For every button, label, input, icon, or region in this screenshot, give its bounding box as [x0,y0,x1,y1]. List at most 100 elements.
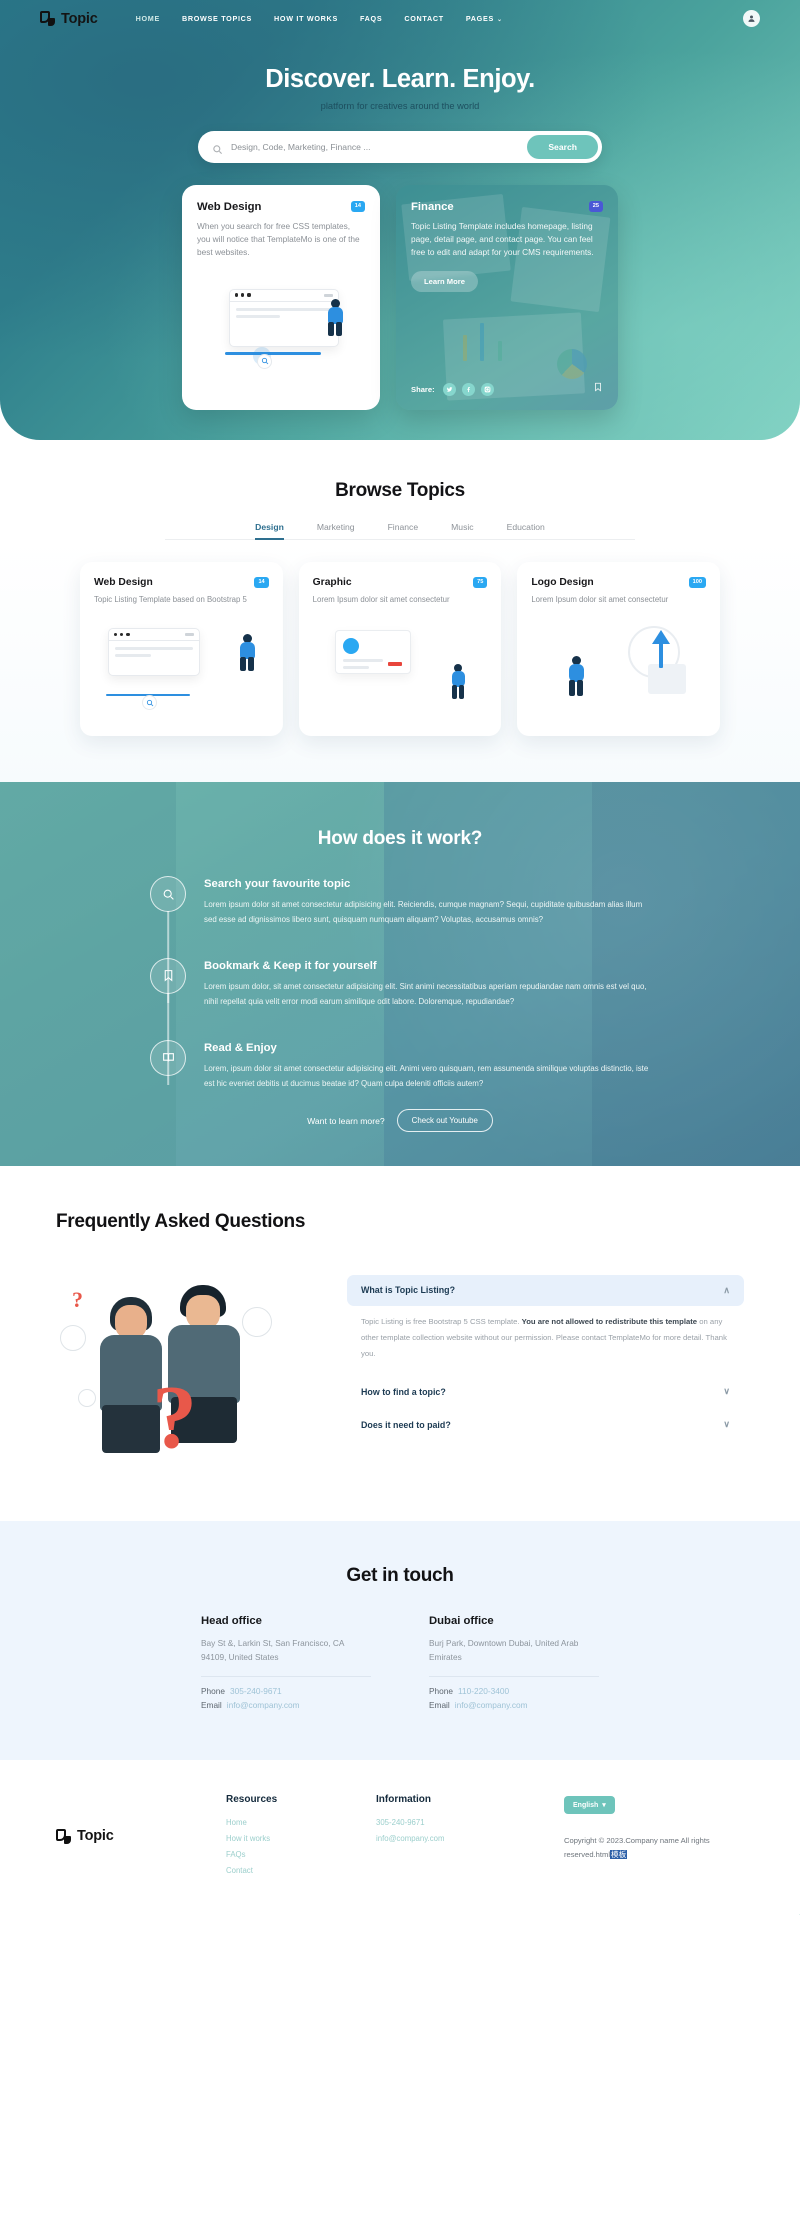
check-out-youtube-button[interactable]: Check out Youtube [396,1109,493,1133]
nav-item-how-it-works[interactable]: HOW IT WORKS [274,14,338,23]
topic-card-logo-design[interactable]: Logo Design 100 Lorem Ipsum dolor sit am… [517,562,721,736]
footer-column-information: Information 305-240-9671 info@company.co… [376,1794,526,1879]
faq-accordion: What is Topic Listing? ∧ Topic Listing i… [347,1269,744,1443]
search-bar[interactable]: Search [198,131,602,163]
section-title: Frequently Asked Questions [56,1211,306,1233]
brand-logo[interactable]: Topic [40,11,98,27]
hero-cards: Web Design 14 When you search for free C… [0,185,800,410]
status-badge: 25 [588,201,603,212]
office-phone-label: Phone [201,1685,225,1696]
design-card-graphic [334,630,411,675]
hero-card-text: Topic Listing Template includes homepage… [411,221,594,257]
nav-item-browse-topics[interactable]: BROWSE TOPICS [182,14,252,23]
bubble-graphic [78,1388,96,1407]
office-name: Head office [201,1614,262,1627]
web-design-illustration [197,275,365,369]
search-icon [150,876,186,912]
footer-email[interactable]: info@company.com [376,1831,526,1847]
topic-tabs: Design Marketing Finance Music Education [165,522,635,540]
footer-link-faqs[interactable]: FAQs [226,1847,376,1863]
office-name: Dubai office [429,1614,494,1627]
faq-answer-part-bold: You are not allowed to redistribute this… [521,1316,698,1326]
faq-question-label: Does it need to paid? [361,1419,451,1430]
nav-item-pages[interactable]: PAGES ⌄ [466,14,503,23]
nav-item-contact[interactable]: CONTACT [404,14,444,23]
topic-card-graphic[interactable]: Graphic 75 Lorem Ipsum dolor sit amet co… [298,562,502,736]
search-icon [212,142,223,154]
search-button[interactable]: Search [527,135,598,159]
person-graphic [561,656,595,702]
hero-card-title: Finance [411,201,454,213]
contact-section: Get in touch Head office Bay St &, Larki… [0,1520,800,1760]
corner-decoration [766,1882,800,1915]
office-head-office: Head office Bay St &, Larkin St, San Fra… [201,1615,371,1714]
share-label: Share: [411,384,435,394]
step-title: Bookmark & Keep it for yourself [204,959,377,972]
hero-subtitle: platform for creatives around the world [320,101,480,111]
footer-link-contact[interactable]: Contact [226,1863,376,1879]
office-phone: Phone 305-240-9671 [201,1686,371,1696]
office-phone-value[interactable]: 305-240-9671 [230,1686,282,1696]
section-title: Get in touch [346,1564,454,1586]
copyright-mark: 模板 [610,1849,628,1859]
faq-question-label: What is Topic Listing? [361,1285,456,1296]
faq-question[interactable]: What is Topic Listing? ∧ [347,1274,744,1306]
section-title: Browse Topics [335,480,465,501]
tab-finance[interactable]: Finance [388,522,419,539]
step-read: Read & Enjoy Lorem, ipsum dolor sit amet… [150,1039,650,1100]
footer-link-home[interactable]: Home [226,1815,376,1831]
learn-more-row: Want to learn more? Check out Youtube [0,1109,800,1133]
office-email-value[interactable]: info@company.com [455,1700,528,1710]
office-email-value[interactable]: info@company.com [227,1700,300,1710]
twitter-icon[interactable] [442,382,456,396]
footer-right: English ▾ Copyright © 2023.Company name … [564,1794,744,1879]
graphic-illustration [313,616,488,708]
tab-marketing[interactable]: Marketing [317,522,355,539]
footer-column-heading: Information [376,1793,431,1805]
logo-design-illustration [531,616,706,708]
divider [201,1675,371,1677]
offices-list: Head office Bay St &, Larkin St, San Fra… [0,1615,800,1714]
office-phone-label: Phone [429,1685,453,1696]
office-email-label: Email [201,1699,222,1710]
bookmark-icon[interactable] [593,380,603,398]
tab-design[interactable]: Design [255,522,284,540]
faq-question[interactable]: How to find a topic? ∨ [347,1376,744,1407]
share-row: Share: [411,362,603,398]
faq-item-how-to-find-a-topic: How to find a topic? ∨ [347,1376,744,1407]
language-selector[interactable]: English ▾ [564,1796,615,1815]
tab-education[interactable]: Education [507,522,545,539]
office-phone-value[interactable]: 110-220-3400 [458,1686,509,1696]
footer-phone[interactable]: 305-240-9671 [376,1815,526,1831]
office-dubai-office: Dubai office Burj Park, Downtown Dubai, … [429,1615,599,1714]
bubble-graphic [60,1324,86,1351]
footer-link-how-it-works[interactable]: How it works [226,1831,376,1847]
topic-card-web-design[interactable]: Web Design 14 Topic Listing Template bas… [80,562,283,736]
office-email: Email info@company.com [201,1700,371,1710]
step-title: Read & Enjoy [204,1041,277,1054]
learn-more-button[interactable]: Learn More [411,270,478,292]
faq-question[interactable]: Does it need to paid? ∨ [347,1409,744,1440]
nav-item-home[interactable]: HOME [136,14,160,23]
search-input[interactable] [231,142,528,152]
web-design-illustration [94,616,269,711]
underline-graphic [225,352,321,355]
footer-brand-logo[interactable]: Topic [56,1794,226,1879]
brand-name: Topic [61,10,98,27]
search-badge-icon [257,353,272,369]
status-badge: 75 [473,577,488,588]
topic-logo-icon [56,1828,71,1844]
instagram-icon[interactable] [480,382,494,396]
facebook-icon[interactable] [461,382,475,396]
office-address: Burj Park, Downtown Dubai, United Arab E… [429,1637,579,1663]
tab-music[interactable]: Music [451,522,473,539]
nav-item-faqs[interactable]: FAQS [360,14,382,23]
faq-item-does-it-need-to-paid: Does it need to paid? ∨ [347,1409,744,1440]
footer: Topic Resources Home How it works FAQs C… [0,1759,800,1915]
faq-question-label: How to find a topic? [361,1386,446,1397]
hero-card-web-design[interactable]: Web Design 14 When you search for free C… [182,185,380,410]
user-icon[interactable] [743,10,760,27]
hero-card-finance[interactable]: Finance 25 Topic Listing Template includ… [396,185,618,410]
chevron-down-icon: ⌄ [496,17,503,23]
office-email: Email info@company.com [429,1700,599,1710]
